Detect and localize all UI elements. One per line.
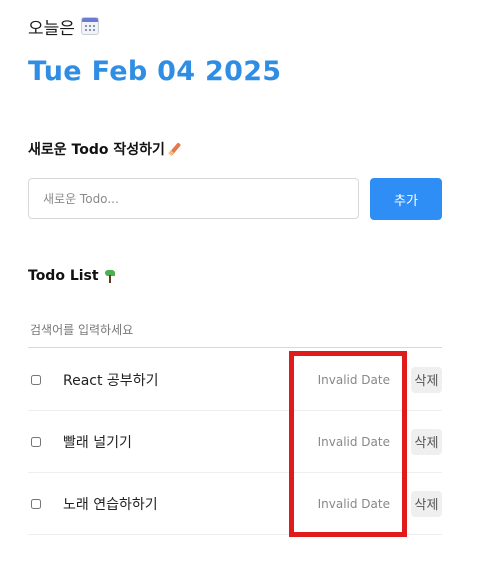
todo-date: Invalid Date <box>317 434 390 449</box>
todo-checkbox[interactable] <box>31 498 41 509</box>
todo-list-title: Todo List <box>28 268 118 284</box>
sprout-icon <box>102 268 118 284</box>
search-input[interactable] <box>28 312 442 348</box>
add-button[interactable]: 추가 <box>370 178 442 220</box>
todo-checkbox[interactable] <box>31 374 41 385</box>
todo-item: 노래 연습하하기 Invalid Date 삭제 <box>28 473 442 535</box>
todo-date: Invalid Date <box>317 372 390 387</box>
todo-checkbox[interactable] <box>31 436 41 447</box>
todo-item: 빨래 널기기 Invalid Date 삭제 <box>28 411 442 473</box>
new-todo-input[interactable] <box>28 178 359 219</box>
today-label: 오늘은 <box>28 18 75 39</box>
calendar-icon <box>80 17 99 35</box>
today-header: 오늘은 <box>28 13 99 39</box>
current-date: Tue Feb 04 2025 <box>28 56 282 87</box>
delete-button[interactable]: 삭제 <box>411 490 442 517</box>
todo-date: Invalid Date <box>317 496 390 511</box>
todo-list-title-text: Todo List <box>28 268 99 284</box>
new-todo-title-text: 새로운 Todo 작성하기 <box>28 142 165 158</box>
todo-app: 오늘은 Tue Feb 04 2025 새로운 Todo 작성하기 추가 Tod… <box>0 0 499 562</box>
todo-list: React 공부하기 Invalid Date 삭제 빨래 널기기 Invali… <box>28 349 442 535</box>
delete-button[interactable]: 삭제 <box>411 366 442 393</box>
pencil-icon <box>167 141 183 157</box>
delete-button[interactable]: 삭제 <box>411 428 442 455</box>
todo-item: React 공부하기 Invalid Date 삭제 <box>28 349 442 411</box>
new-todo-title: 새로운 Todo 작성하기 <box>28 139 183 159</box>
